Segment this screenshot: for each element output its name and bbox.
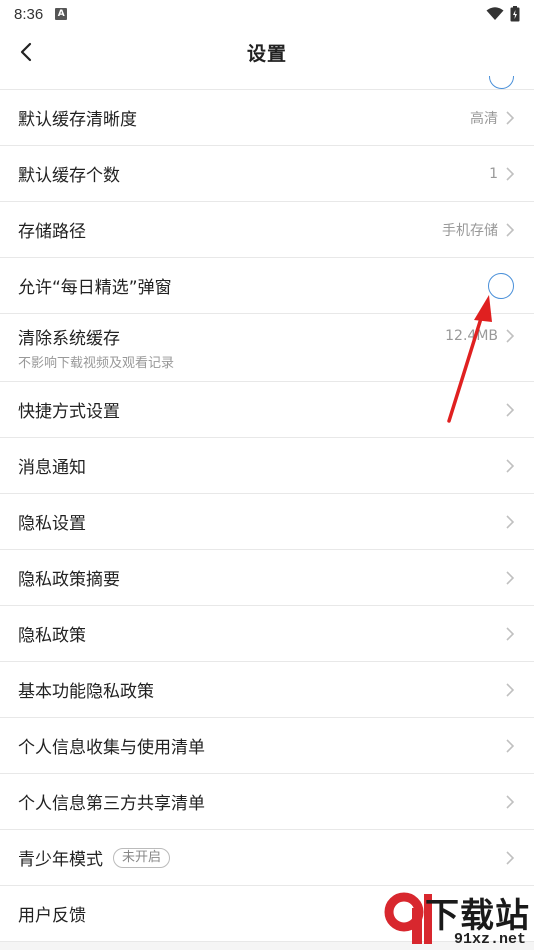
row-value: 12.4MB xyxy=(445,328,498,344)
chevron-right-icon xyxy=(506,570,516,585)
page-title: 设置 xyxy=(246,42,287,65)
row-default-cache-quality[interactable]: 默认缓存清晰度 高清 xyxy=(0,90,534,146)
watermark-url: 91xz.net xyxy=(453,931,526,948)
row-label: 清除系统缓存 xyxy=(18,329,120,349)
row-daily-picks-popup[interactable]: 允许“每日精选”弹窗 xyxy=(0,258,534,314)
row-privacy-policy[interactable]: 隐私政策 xyxy=(0,606,534,662)
chevron-right-icon xyxy=(506,738,516,753)
row-teen-mode[interactable]: 青少年模式 未开启 xyxy=(0,830,534,886)
row-value: 高清 xyxy=(470,110,498,127)
row-value: 手机存储 xyxy=(442,222,498,239)
chevron-right-icon xyxy=(506,110,516,125)
row-label: 快捷方式设置 xyxy=(18,402,120,422)
status-time: 8:36 xyxy=(14,5,44,23)
chevron-right-icon xyxy=(506,682,516,697)
row-label: 青少年模式 xyxy=(18,850,103,870)
row-shortcut-settings[interactable]: 快捷方式设置 xyxy=(0,382,534,438)
row-basic-privacy-policy[interactable]: 基本功能隐私政策 xyxy=(0,662,534,718)
row-value: 1 xyxy=(489,165,498,182)
row-label: 默认缓存清晰度 xyxy=(18,110,137,130)
row-default-cache-count[interactable]: 默认缓存个数 1 xyxy=(0,146,534,202)
partial-row-top xyxy=(0,76,534,90)
chevron-right-icon xyxy=(506,458,516,473)
row-label: 个人信息收集与使用清单 xyxy=(18,738,205,758)
row-personal-info-collection[interactable]: 个人信息收集与使用清单 xyxy=(0,718,534,774)
row-storage-path[interactable]: 存储路径 手机存储 xyxy=(0,202,534,258)
chevron-right-icon xyxy=(506,329,516,343)
row-label: 消息通知 xyxy=(18,458,86,478)
back-arrow-icon xyxy=(20,42,32,62)
settings-list[interactable]: 默认缓存清晰度 高清 默认缓存个数 1 存储路径 手机存储 允许“每日精选”弹窗… xyxy=(0,76,534,950)
battery-icon xyxy=(510,6,520,22)
row-label: 基本功能隐私政策 xyxy=(18,682,154,702)
row-label: 默认缓存个数 xyxy=(18,166,120,186)
notification-a-icon: A xyxy=(55,8,68,20)
chevron-right-icon xyxy=(506,222,516,237)
status-bar: 8:36 A xyxy=(0,0,534,28)
daily-picks-toggle[interactable] xyxy=(488,272,514,299)
status-badge: 未开启 xyxy=(113,847,171,868)
chevron-right-icon xyxy=(506,166,516,181)
toggle-circle-partial[interactable] xyxy=(489,76,514,89)
row-label: 个人信息第三方共享清单 xyxy=(18,794,205,814)
chevron-right-icon xyxy=(506,402,516,417)
row-message-notifications[interactable]: 消息通知 xyxy=(0,438,534,494)
row-label: 存储路径 xyxy=(18,222,86,242)
row-label: 用户反馈 xyxy=(18,906,86,926)
chevron-right-icon xyxy=(506,514,516,529)
chevron-right-icon xyxy=(506,850,516,865)
chevron-right-icon xyxy=(506,794,516,809)
row-label: 隐私政策摘要 xyxy=(18,570,120,590)
back-button[interactable] xyxy=(12,38,40,66)
row-third-party-sharing[interactable]: 个人信息第三方共享清单 xyxy=(0,774,534,830)
row-label: 允许“每日精选”弹窗 xyxy=(18,278,172,298)
watermark: 下载站 91xz.net xyxy=(382,888,532,948)
nav-bar: 设置 xyxy=(0,28,534,76)
row-sublabel: 不影响下载视频及观看记录 xyxy=(18,356,175,371)
watermark-text: 下载站 xyxy=(425,896,530,936)
chevron-right-icon xyxy=(506,626,516,641)
row-label: 隐私设置 xyxy=(18,514,86,534)
row-privacy-settings[interactable]: 隐私设置 xyxy=(0,494,534,550)
row-clear-cache[interactable]: 清除系统缓存 不影响下载视频及观看记录 12.4MB xyxy=(0,314,534,382)
wifi-icon xyxy=(486,7,504,20)
row-label: 隐私政策 xyxy=(18,626,86,646)
row-privacy-policy-summary[interactable]: 隐私政策摘要 xyxy=(0,550,534,606)
